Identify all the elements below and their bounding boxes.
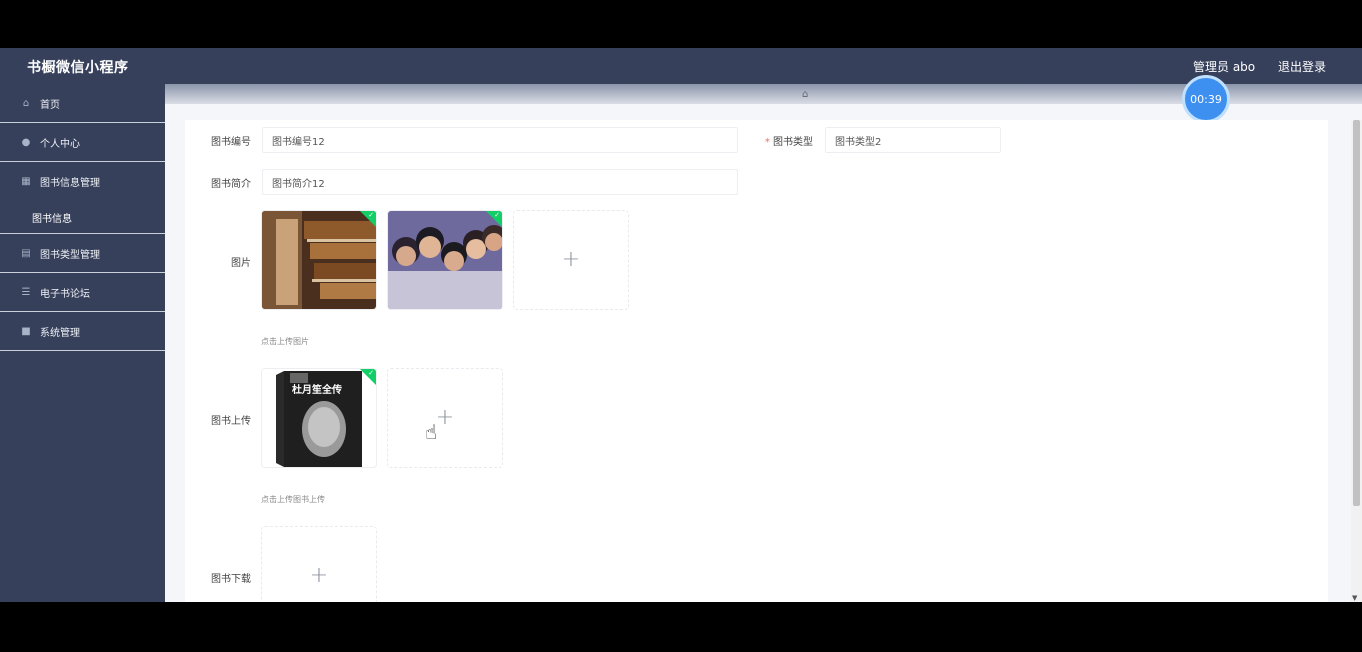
app-window: 书橱微信小程序 管理员 abo 退出登录 ⌂ 首页 ● 个人中心 ▦ 图书信息管… xyxy=(0,48,1362,602)
book-icon: ▦ xyxy=(21,176,31,187)
book-type-label-text: 图书类型 xyxy=(773,137,813,148)
book-form: 图书编号 图书编号12 * 图书类型 图书类型2 图书简介 图书简介12 图片 xyxy=(185,120,1328,602)
uploaded-book-cover[interactable]: 杜月笙全传 ✓ xyxy=(261,368,377,468)
sidebar-item-system[interactable]: ■ 系统管理 xyxy=(0,312,165,351)
upload-hint: 点击上传图书上传 xyxy=(261,495,325,504)
book-type-select[interactable]: 图书类型2 xyxy=(825,127,1001,153)
settings-icon: ■ xyxy=(21,325,31,337)
book-intro-label: 图书简介 xyxy=(211,179,251,190)
forum-icon: ☰ xyxy=(21,286,31,298)
home-icon: ⌂ xyxy=(802,89,809,100)
current-user: 管理员 abo xyxy=(1193,60,1256,74)
scrollbar-thumb[interactable] xyxy=(1353,120,1360,506)
image-hint: 点击上传图片 xyxy=(261,337,309,346)
sidebar-item-profile[interactable]: ● 个人中心 xyxy=(0,123,165,162)
book-type-label: * 图书类型 xyxy=(755,133,813,148)
required-mark: * xyxy=(764,137,770,148)
sidebar-item-label: 图书信息管理 xyxy=(40,178,100,189)
plus-icon: + xyxy=(309,563,329,588)
book-intro-input[interactable]: 图书简介12 xyxy=(262,169,738,195)
upload-label: 图书上传 xyxy=(211,416,251,427)
vertical-scrollbar[interactable]: ▼ xyxy=(1351,120,1362,602)
check-icon: ✓ xyxy=(368,369,374,377)
recording-timer: 00:39 xyxy=(1182,75,1230,123)
book-download-upload-button[interactable]: + xyxy=(261,526,377,602)
main-content: ⌂ 00:39 图书编号 图书编号12 * 图书类型 图书类型2 图书简介 图书… xyxy=(165,75,1362,602)
sidebar-item-forum[interactable]: ☰ 电子书论坛 xyxy=(0,273,165,312)
sidebar-item-label: 电子书论坛 xyxy=(40,288,90,300)
uploaded-image-books[interactable]: ✓ xyxy=(261,210,377,310)
plus-icon: + xyxy=(561,247,581,272)
sidebar-subitem-book-info[interactable]: 图书信息 xyxy=(0,201,165,234)
sidebar: ⌂ 首页 ● 个人中心 ▦ 图书信息管理 图书信息 ▤ 图书类型管理 ☰ 电子书… xyxy=(0,84,165,602)
book-upload-button[interactable]: + xyxy=(387,368,503,468)
home-icon: ⌂ xyxy=(22,97,30,109)
sidebar-item-label: 系统管理 xyxy=(40,327,80,339)
logout-button[interactable]: 退出登录 xyxy=(1278,58,1326,75)
category-icon: ▤ xyxy=(21,247,31,259)
image-upload-button[interactable]: + xyxy=(513,210,629,310)
scroll-down-icon[interactable]: ▼ xyxy=(1352,594,1357,602)
book-no-input[interactable]: 图书编号12 xyxy=(262,127,738,153)
book-no-label: 图书编号 xyxy=(211,137,251,148)
app-title: 书橱微信小程序 xyxy=(27,60,129,76)
sidebar-item-label: 首页 xyxy=(40,99,60,111)
pointer-cursor-icon: ☝ xyxy=(425,420,438,444)
user-icon: ● xyxy=(21,136,31,148)
cover-title: 杜月笙全传 xyxy=(292,385,342,396)
sidebar-item-book-management[interactable]: ▦ 图书信息管理 xyxy=(0,162,165,201)
sidebar-item-label: 个人中心 xyxy=(40,138,80,150)
image-label: 图片 xyxy=(231,258,251,269)
sidebar-item-category-management[interactable]: ▤ 图书类型管理 xyxy=(0,234,165,273)
top-header: 书橱微信小程序 管理员 abo 退出登录 xyxy=(0,48,1362,84)
sidebar-item-home[interactable]: ⌂ 首页 xyxy=(0,84,165,123)
sidebar-item-label: 图书类型管理 xyxy=(40,249,100,261)
check-icon: ✓ xyxy=(494,211,500,219)
check-icon: ✓ xyxy=(368,211,374,219)
uploaded-image-group[interactable]: ✓ xyxy=(387,210,503,310)
plus-icon: + xyxy=(435,405,455,430)
download-label: 图书下载 xyxy=(211,574,251,585)
